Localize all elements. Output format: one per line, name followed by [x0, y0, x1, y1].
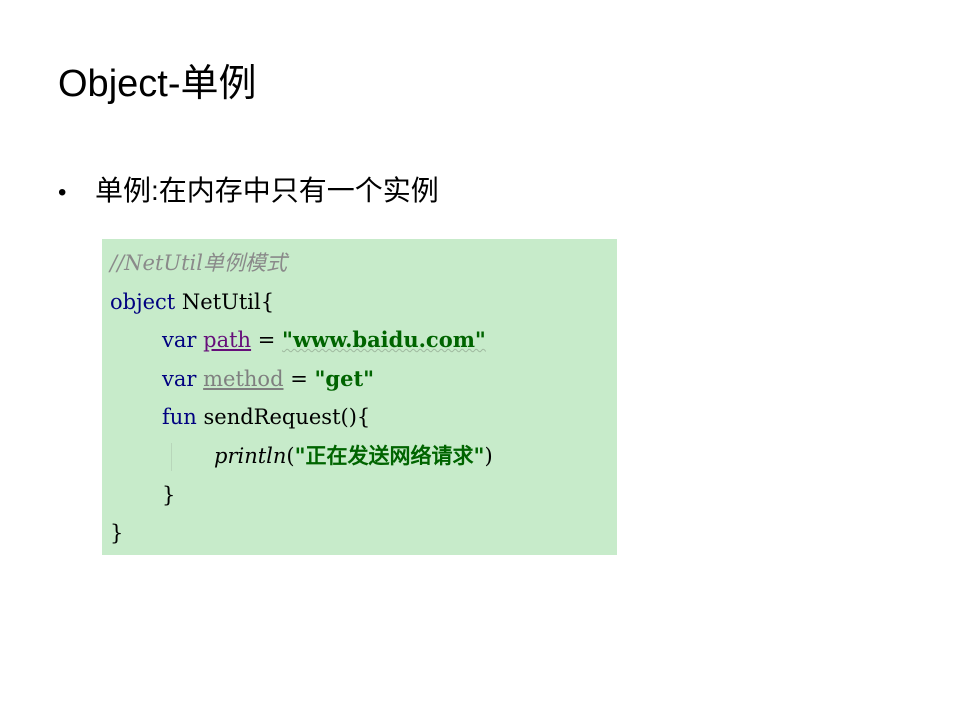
string-literal: "www.baidu.com" [282, 327, 486, 353]
bullet-dot-icon: • [58, 179, 67, 206]
code-comment: //NetUtil单例模式 [110, 251, 287, 275]
keyword-var: var [162, 366, 197, 391]
code-line-close-object: } [110, 514, 617, 553]
field-path: path [203, 328, 252, 353]
closing-brace: } [162, 482, 176, 507]
code-line-path: var path = "www.baidu.com" [110, 321, 617, 360]
string-literal: "get" [314, 365, 375, 391]
keyword-fun: fun [162, 405, 197, 430]
field-method: method [203, 366, 284, 391]
code-block: //NetUtil单例模式 object NetUtil{ var path =… [102, 239, 617, 555]
code-line-println: println("正在发送网络请求") [110, 437, 617, 476]
code-text: ) [484, 443, 493, 468]
bullet-text: 单例:在内存中只有一个实例 [95, 175, 439, 206]
string-literal: "正在发送网络请求" [294, 442, 485, 468]
function-println: println [214, 443, 287, 468]
code-line-fun: fun sendRequest(){ [110, 398, 617, 437]
keyword-object: object [110, 289, 176, 314]
slide-title: Object-单例 [58, 63, 257, 105]
code-text: ( [286, 443, 295, 468]
code-line-close-fun: } [110, 476, 617, 515]
code-text: = [251, 328, 283, 353]
closing-brace: } [110, 521, 124, 546]
code-text: = [283, 366, 315, 391]
code-line-comment: //NetUtil单例模式 [110, 244, 617, 283]
code-line-method: var method = "get" [110, 360, 617, 399]
code-line-object: object NetUtil{ [110, 283, 617, 322]
code-text: NetUtil{ [175, 289, 275, 314]
bullet-item: • 单例:在内存中只有一个实例 [58, 174, 439, 208]
keyword-var: var [162, 328, 197, 353]
indent-guide [171, 442, 172, 471]
code-text: sendRequest(){ [196, 405, 371, 430]
